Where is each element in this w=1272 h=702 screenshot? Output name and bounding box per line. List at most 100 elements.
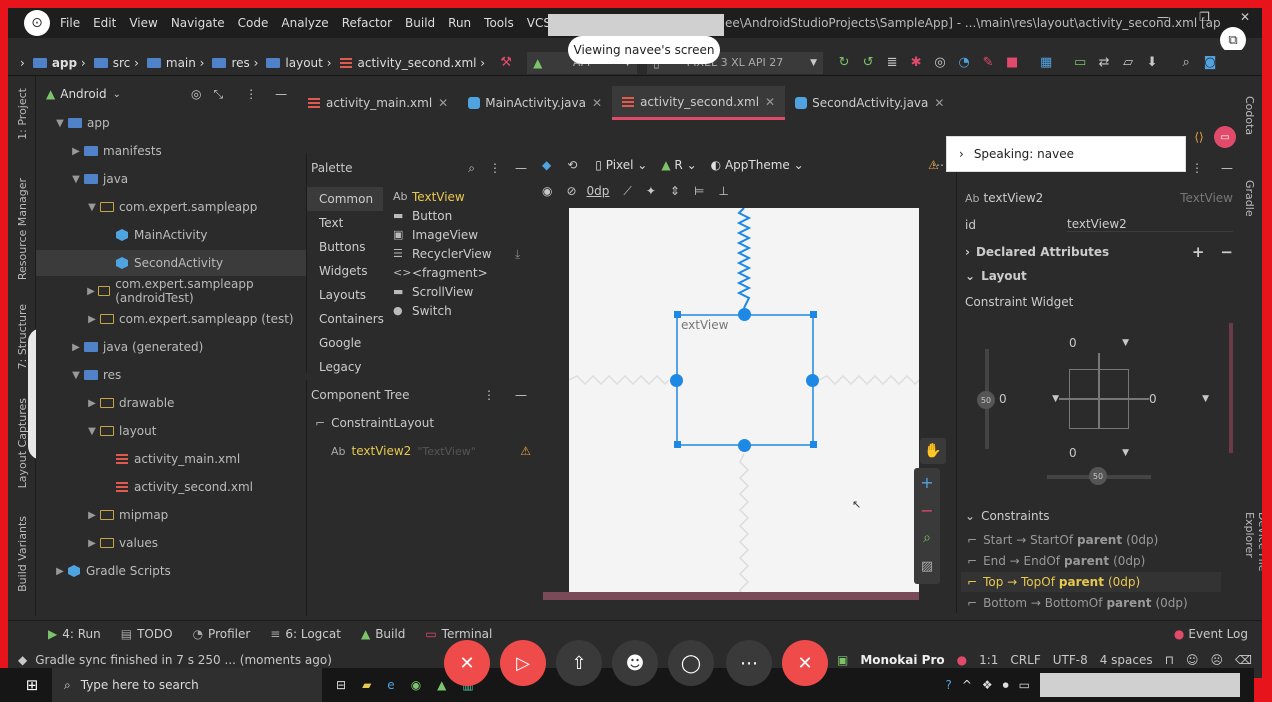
project-tree-row[interactable]: activity_second.xml	[36, 474, 306, 500]
chevron-right-icon[interactable]: ▶	[84, 510, 100, 521]
menu-item[interactable]: Navigate	[171, 16, 225, 30]
tool-window-button[interactable]: ▶ 4: Run	[48, 627, 101, 641]
project-tree-row[interactable]: ▶ manifests	[36, 138, 306, 164]
project-view-selector[interactable]: Android	[60, 87, 106, 101]
theme-selector[interactable]: ◐ AppTheme ⌄	[711, 158, 804, 172]
tree-node-textview[interactable]: Ab textView2 "TextView" ⚠	[331, 444, 531, 458]
hide-panel-icon[interactable]: —	[1221, 161, 1233, 175]
plugin-icon[interactable]: ▣	[837, 653, 848, 667]
breadcrumb-res[interactable]: res ›	[212, 56, 258, 70]
tool-gradle[interactable]: Gradle	[1243, 180, 1256, 217]
hide-panel-icon[interactable]: —	[515, 388, 527, 402]
status-message[interactable]: Gradle sync finished in 7 s 250 ... (mom…	[35, 653, 332, 667]
end-call-button[interactable]: ✕	[782, 640, 828, 686]
menu-item[interactable]: File	[60, 16, 80, 30]
tool-window-button[interactable]: ▲ Build	[361, 627, 405, 641]
palette-category[interactable]: Containers	[307, 307, 384, 331]
layout-section[interactable]: ⌄ Layout	[965, 269, 1027, 283]
chrome-icon[interactable]: ◉	[411, 678, 421, 692]
id-field[interactable]: textView2	[1067, 217, 1233, 232]
zoom-actual-icon[interactable]: ▨	[914, 552, 940, 580]
sdk-manager-icon[interactable]: ⬇	[1141, 52, 1163, 74]
profiler-icon[interactable]: ◔	[953, 52, 975, 74]
minimize-icon[interactable]: —	[1157, 10, 1169, 24]
menu-item[interactable]: Code	[238, 16, 269, 30]
project-tree-row[interactable]: ▼ res	[36, 362, 306, 388]
close-tab-icon[interactable]: ✕	[765, 95, 775, 109]
palette-item[interactable]: <> <fragment>	[393, 263, 488, 282]
search-icon[interactable]: ⌕	[1175, 52, 1197, 74]
palette-item[interactable]: Ab TextView	[393, 187, 465, 206]
bottom-anchor[interactable]	[738, 439, 751, 452]
pan-icon[interactable]: ✋	[920, 438, 946, 464]
attach-debugger-icon[interactable]: ✎	[977, 52, 999, 74]
chevron-right-icon[interactable]: ▶	[68, 146, 84, 157]
left-anchor[interactable]	[670, 374, 683, 387]
project-tree-row[interactable]: SecondActivity	[36, 250, 306, 276]
right-margin-dropdown[interactable]: 0 ▼	[1149, 389, 1209, 409]
frown-icon[interactable]: ☹	[1211, 653, 1224, 667]
zoom-fit-icon[interactable]: ⌕	[914, 524, 940, 552]
project-tree-row[interactable]: ▼ app	[36, 110, 306, 136]
layers-icon[interactable]: ◆	[542, 158, 551, 172]
tool-build-variants[interactable]: Build Variants	[16, 516, 29, 592]
palette-category[interactable]: Text	[307, 211, 383, 235]
tool-window-button[interactable]: ≡ 6: Logcat	[270, 627, 341, 641]
palette-item[interactable]: ▣ ImageView	[393, 225, 478, 244]
project-tree-row[interactable]: ▼ layout	[36, 418, 306, 444]
cursor-position[interactable]: 1:1	[979, 653, 998, 667]
palette-category[interactable]: Common	[307, 187, 383, 211]
top-anchor[interactable]	[738, 308, 751, 321]
close-tab-icon[interactable]: ✕	[592, 96, 602, 110]
battery-icon[interactable]: ▭	[1019, 678, 1030, 692]
resize-handle[interactable]	[674, 311, 681, 318]
task-view-icon[interactable]: ⊟	[336, 678, 346, 692]
constraint-row[interactable]: ⌐ Start → StartOf parent (0dp)	[961, 530, 1221, 550]
menu-item[interactable]: Tools	[484, 16, 514, 30]
camera-off-button[interactable]: ▷	[500, 640, 546, 686]
breadcrumb-main[interactable]: main ›	[146, 56, 204, 70]
project-tree-row[interactable]: ▼ java	[36, 166, 306, 192]
textview-preview[interactable]: extView	[681, 318, 728, 332]
resize-handle[interactable]	[674, 441, 681, 448]
eye-icon[interactable]: ◉	[542, 184, 552, 198]
bottom-margin-dropdown[interactable]: 0 ▼	[1069, 443, 1129, 463]
palette-category[interactable]: Google	[307, 331, 383, 355]
tool-window-button[interactable]: ▭ Terminal	[425, 627, 492, 641]
apply-changes-icon[interactable]: ↺	[857, 52, 879, 74]
project-tree-row[interactable]: ▼ com.expert.sampleapp	[36, 194, 306, 220]
attributes-scrollbar[interactable]	[1229, 323, 1233, 453]
project-tree-row[interactable]: ▶ mipmap	[36, 502, 306, 528]
default-margin[interactable]: 0dp	[587, 184, 610, 198]
sync-icon[interactable]: ⇄	[1093, 52, 1115, 74]
code-view-icon[interactable]: ⟨⟩	[1188, 126, 1210, 148]
pack-icon[interactable]: ⇕	[670, 184, 680, 198]
tool-window-button[interactable]: ◔ Profiler	[193, 627, 251, 641]
share-screen-button[interactable]: ⇧	[556, 640, 602, 686]
constraint-row[interactable]: ⌐ Bottom → BottomOf parent (0dp)	[961, 593, 1221, 613]
restore-icon[interactable]: ❐	[1199, 10, 1210, 24]
palette-category[interactable]: Buttons	[307, 235, 383, 259]
stop-icon[interactable]: ■	[1001, 52, 1023, 74]
participants-button[interactable]: ☻	[612, 640, 658, 686]
device-selector[interactable]: ▯ Pixel ⌄	[595, 158, 647, 172]
close-tab-icon[interactable]: ✕	[934, 96, 944, 110]
layout-preview[interactable]: extView ↖	[569, 208, 919, 600]
search-icon[interactable]: ⌕	[468, 161, 475, 176]
menu-item[interactable]: Refactor	[342, 16, 392, 30]
tool-window-button[interactable]: ▤ TODO	[121, 627, 173, 641]
breadcrumb-app[interactable]: app ›	[32, 56, 86, 70]
download-icon[interactable]: ⤓	[515, 247, 520, 262]
project-tree-row[interactable]: activity_main.xml	[36, 446, 306, 472]
add-icon[interactable]: +	[1192, 243, 1205, 261]
infer-constraints-icon[interactable]: ✦	[646, 184, 656, 198]
project-tree-row[interactable]: ▶ Gradle Scripts	[36, 558, 306, 584]
theme-indicator[interactable]: Monokai Pro	[860, 653, 944, 667]
tool-project[interactable]: 1: Project	[16, 88, 29, 140]
dropbox-icon[interactable]: ❖	[982, 678, 993, 692]
trash-icon[interactable]: ⌫	[1235, 653, 1252, 667]
constraint-row[interactable]: ⌐ End → EndOf parent (0dp)	[961, 551, 1221, 571]
chevron-right-icon[interactable]: ▶	[84, 538, 100, 549]
zoom-out-icon[interactable]: −	[914, 496, 940, 524]
clear-constraints-icon[interactable]: ⟋	[623, 184, 631, 199]
